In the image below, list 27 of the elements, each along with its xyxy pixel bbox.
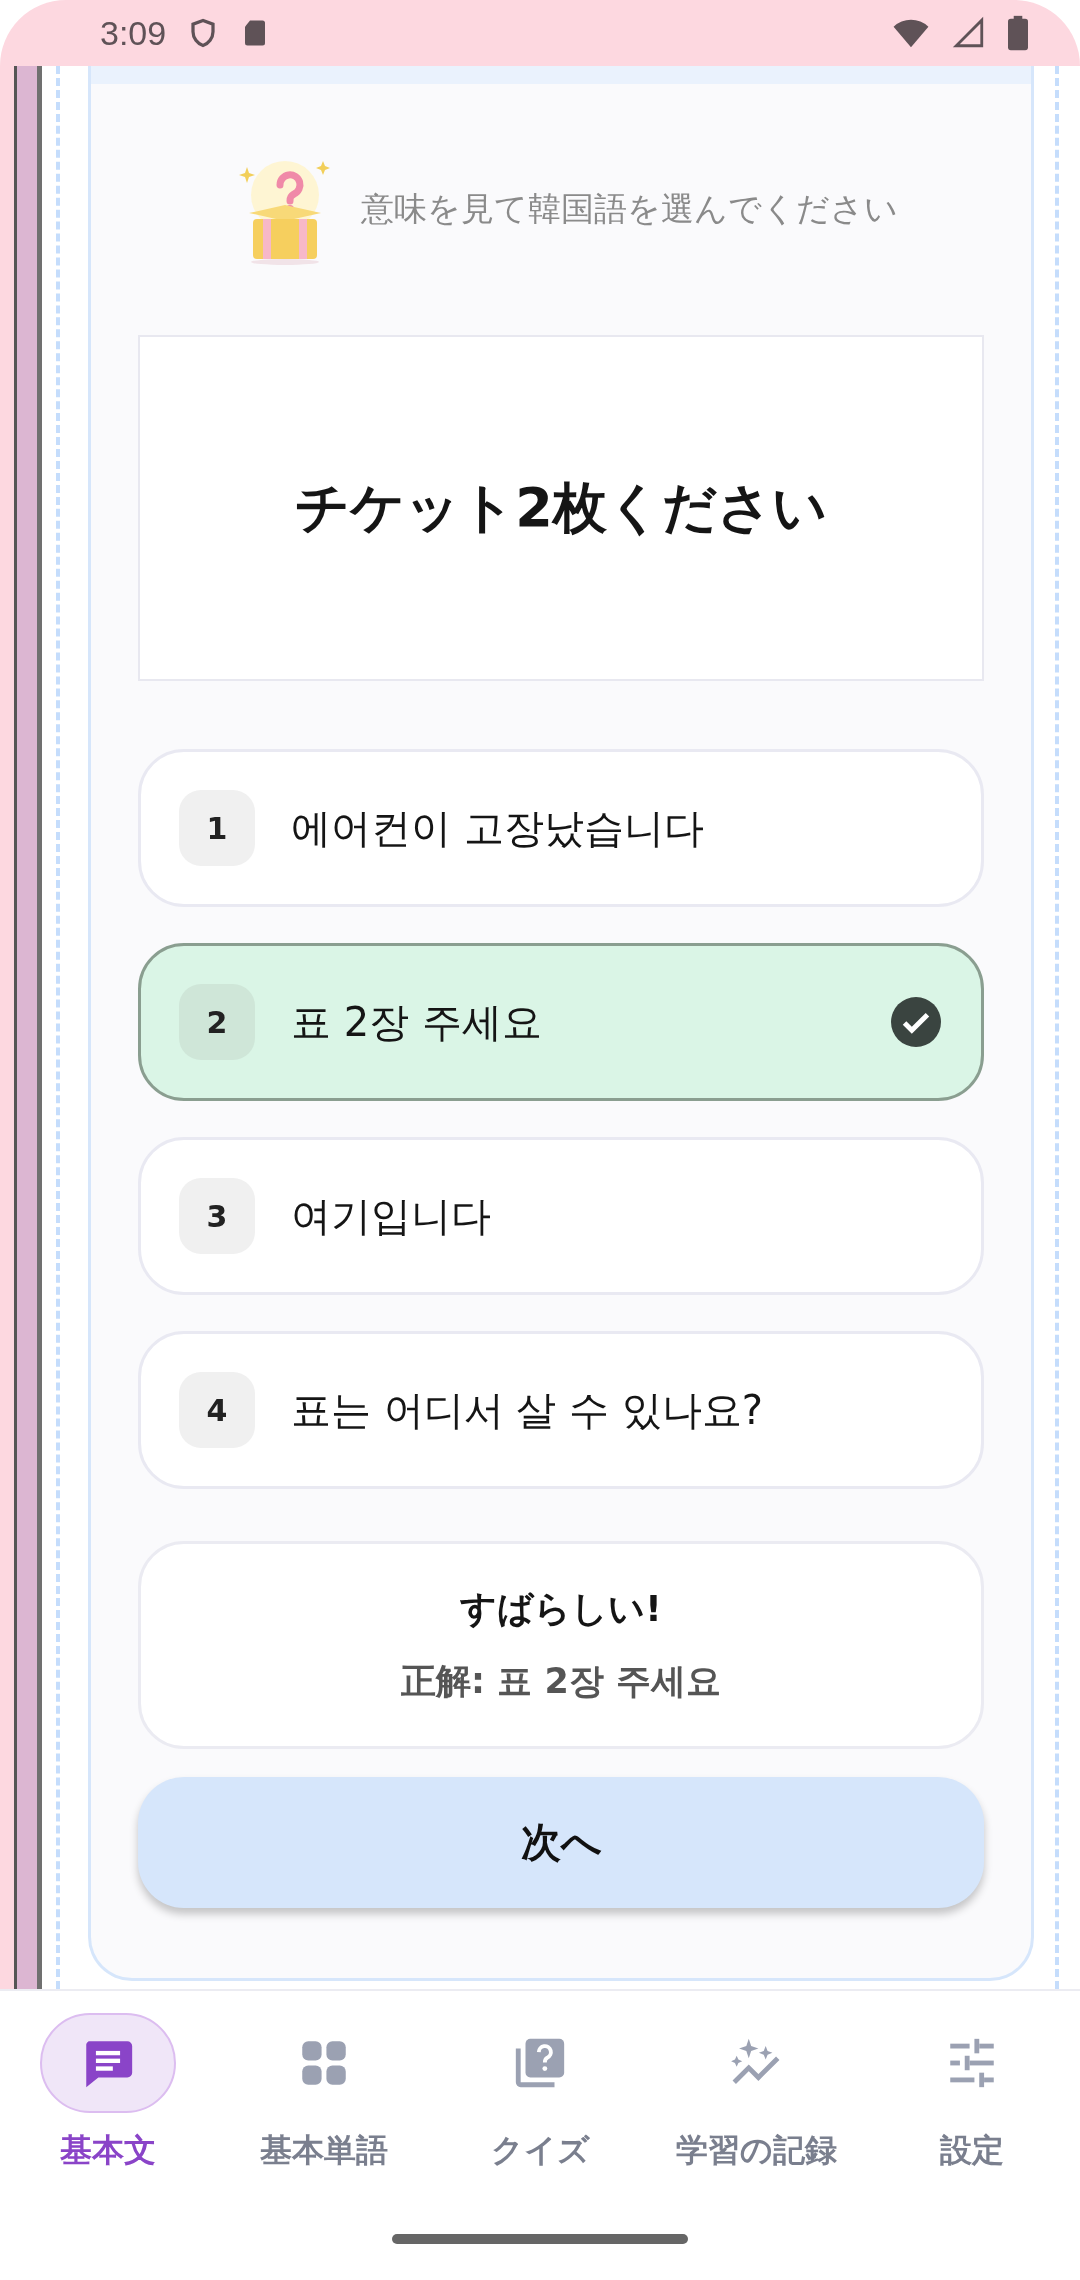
home-indicator[interactable] <box>392 2234 688 2244</box>
correct-answer-text: 正解: 표 2장 주세요 <box>401 1660 721 1703</box>
status-time: 3:09 <box>100 13 167 53</box>
answer-option[interactable]: 2 표 2장 주세요 <box>138 943 984 1101</box>
option-text: 여기입니다 <box>291 1191 492 1241</box>
nav-tab[interactable]: 基本単語 <box>216 1991 432 2204</box>
option-number: 3 <box>179 1178 255 1254</box>
question-text: チケット2枚ください <box>295 474 827 541</box>
signal-icon <box>952 16 986 50</box>
option-text: 에어컨이 고장났습니다 <box>291 803 705 853</box>
answer-option[interactable]: 3 여기입니다 <box>138 1137 984 1295</box>
instruction-text: 意味を見て韓国語を選んでください <box>360 188 898 230</box>
answer-option[interactable]: 1 에어컨이 고장났습니다 <box>138 749 984 907</box>
nav-tab[interactable]: 基本文 <box>0 1991 216 2204</box>
nav-tab[interactable]: クイズ <box>432 1991 648 2204</box>
option-text: 표 2장 주세요 <box>291 997 543 1047</box>
nav-tab[interactable]: 設定 <box>864 1991 1080 2204</box>
next-button[interactable]: 次へ <box>138 1777 984 1908</box>
option-number: 1 <box>179 790 255 866</box>
battery-icon <box>1008 15 1028 51</box>
option-number: 4 <box>179 1372 255 1448</box>
option-number: 2 <box>179 984 255 1060</box>
option-text: 표는 어디서 살 수 있나요? <box>291 1385 765 1435</box>
check-icon <box>891 997 941 1047</box>
nav-tab[interactable]: 学習の記録 <box>648 1991 864 2204</box>
answer-option[interactable]: 4 표는 어디서 살 수 있나요? <box>138 1331 984 1489</box>
feedback-title: すばらしい! <box>460 1587 662 1631</box>
